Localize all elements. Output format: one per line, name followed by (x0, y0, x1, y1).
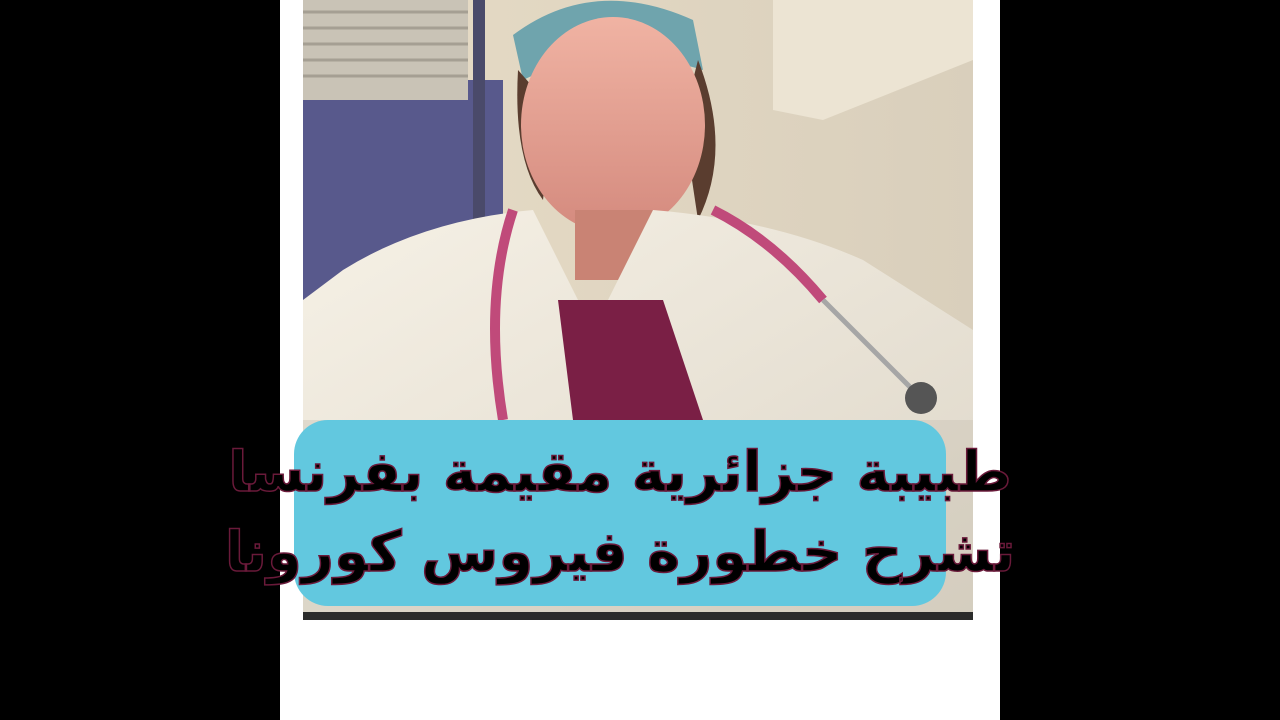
caption-line-2: تشرح خطورة فيروس كورونا (224, 519, 1016, 586)
caption-line-1: طبيبة جزائرية مقيمة بفرنسا (227, 439, 1012, 506)
thumbnail-canvas: طبيبة جزائرية مقيمة بفرنسا تشرح خطورة في… (224, 0, 1016, 720)
photo-bottom-edge (303, 612, 973, 620)
caption-box: طبيبة جزائرية مقيمة بفرنسا تشرح خطورة في… (224, 420, 1016, 606)
video-frame: طبيبة جزائرية مقيمة بفرنسا تشرح خطورة في… (0, 0, 1280, 720)
